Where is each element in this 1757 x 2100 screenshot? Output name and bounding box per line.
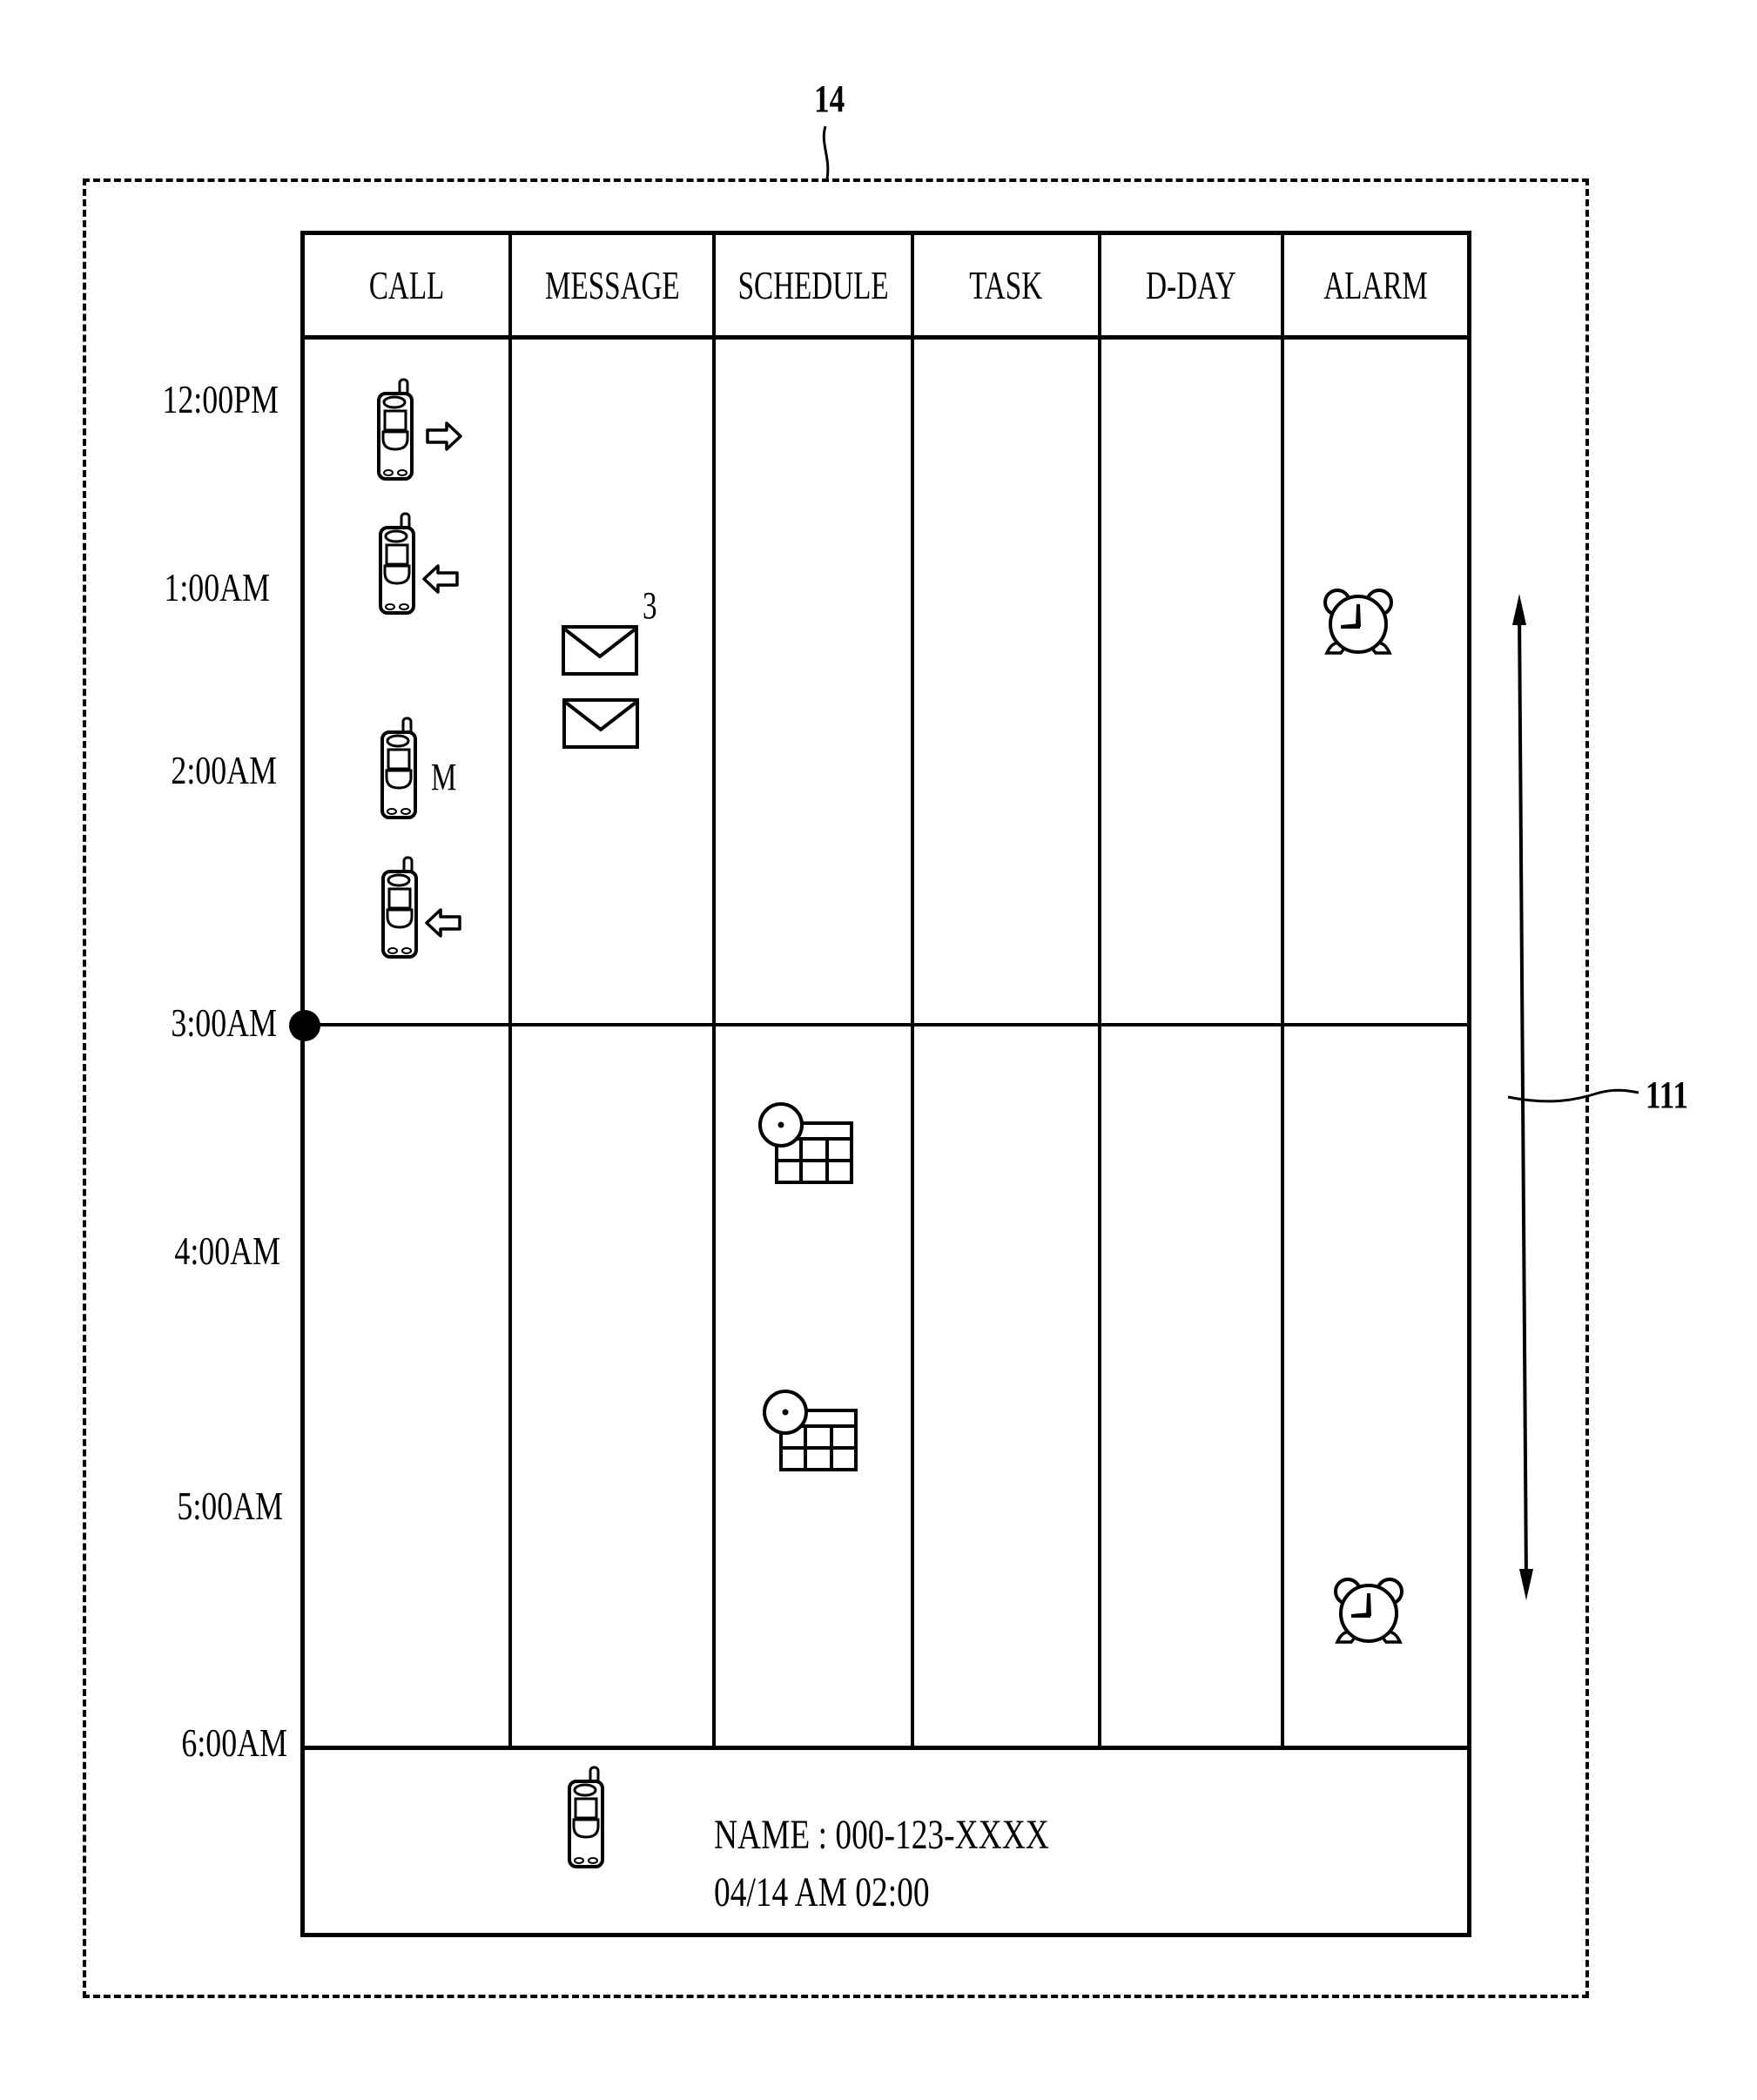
call-event-incoming[interactable] xyxy=(379,512,459,623)
reference-label-scroll: 111 xyxy=(1646,1074,1688,1116)
missed-call-mark: M xyxy=(431,756,457,798)
time-label-2am: 2:00AM xyxy=(171,748,277,792)
scroll-down-arrow-icon[interactable] xyxy=(1519,1569,1533,1600)
scroll-up-arrow-icon[interactable] xyxy=(1512,594,1526,625)
alarm-event[interactable] xyxy=(1332,1574,1407,1650)
tab-message[interactable]: MESSAGE xyxy=(512,235,716,335)
event-detail-panel[interactable]: NAME : 000-123-XXXX 04/14 AM 02:00 xyxy=(305,1746,1467,1933)
leader-line-frame xyxy=(822,125,830,179)
column-divider xyxy=(1281,340,1284,1746)
tab-task-label: TASK xyxy=(969,263,1043,307)
tab-call-label: CALL xyxy=(368,263,445,307)
timeline-grid: CALL MESSAGE SCHEDULE TASK D-DAY ALARM N… xyxy=(300,231,1471,1937)
column-divider xyxy=(712,340,716,1746)
current-time-line xyxy=(305,1023,1467,1026)
phone-icon xyxy=(379,512,415,615)
message-event[interactable] xyxy=(562,698,641,755)
detail-datetime: 04/14 AM 02:00 xyxy=(714,1869,930,1915)
schedule-calendar-icon xyxy=(758,1102,853,1184)
alarm-clock-icon xyxy=(1323,589,1393,655)
tab-alarm-label: ALARM xyxy=(1323,263,1428,307)
time-label-1am: 1:00AM xyxy=(164,565,270,609)
incoming-arrow-icon xyxy=(425,908,461,938)
phone-icon xyxy=(380,717,417,819)
tab-d-day-label: D-DAY xyxy=(1146,263,1236,307)
reference-label-frame: 14 xyxy=(814,77,845,120)
time-label-12pm: 12:00PM xyxy=(162,377,279,421)
column-divider xyxy=(911,340,914,1746)
schedule-event[interactable] xyxy=(762,1389,859,1478)
envelope-icon xyxy=(562,625,638,676)
leader-line-scroll xyxy=(1507,1088,1639,1103)
time-label-3am: 3:00AM xyxy=(171,1000,277,1045)
alarm-event[interactable] xyxy=(1322,585,1397,661)
phone-icon xyxy=(381,856,418,959)
message-event[interactable] xyxy=(562,625,640,682)
call-event-missed[interactable]: M xyxy=(380,717,456,827)
schedule-calendar-icon xyxy=(763,1390,858,1471)
alarm-clock-icon xyxy=(1334,1578,1404,1644)
time-label-4am: 4:00AM xyxy=(174,1228,280,1273)
call-event-incoming[interactable] xyxy=(381,856,461,966)
time-label-5am: 5:00AM xyxy=(177,1484,283,1528)
tab-schedule[interactable]: SCHEDULE xyxy=(716,235,914,335)
message-count-badge: 3 xyxy=(643,584,657,627)
tab-alarm[interactable]: ALARM xyxy=(1284,235,1467,335)
category-header-row: CALL MESSAGE SCHEDULE TASK D-DAY ALARM xyxy=(305,235,1467,340)
detail-phone xyxy=(568,1766,607,1876)
phone-icon xyxy=(568,1766,604,1868)
outgoing-arrow-icon xyxy=(426,421,462,451)
detail-name-number: NAME : 000-123-XXXX xyxy=(714,1812,1049,1858)
column-divider xyxy=(1098,340,1101,1746)
tab-message-label: MESSAGE xyxy=(544,263,680,307)
current-time-marker[interactable] xyxy=(289,1010,320,1041)
schedule-event[interactable] xyxy=(757,1101,855,1191)
time-label-6am: 6:00AM xyxy=(181,1720,287,1765)
tab-d-day[interactable]: D-DAY xyxy=(1101,235,1284,335)
tab-schedule-label: SCHEDULE xyxy=(737,263,889,307)
incoming-arrow-icon xyxy=(422,564,459,594)
tab-task[interactable]: TASK xyxy=(914,235,1101,335)
column-divider xyxy=(508,340,512,1746)
tab-call[interactable]: CALL xyxy=(305,235,512,335)
envelope-icon xyxy=(562,698,639,749)
phone-icon xyxy=(377,378,414,481)
call-event-outgoing[interactable] xyxy=(377,378,462,488)
